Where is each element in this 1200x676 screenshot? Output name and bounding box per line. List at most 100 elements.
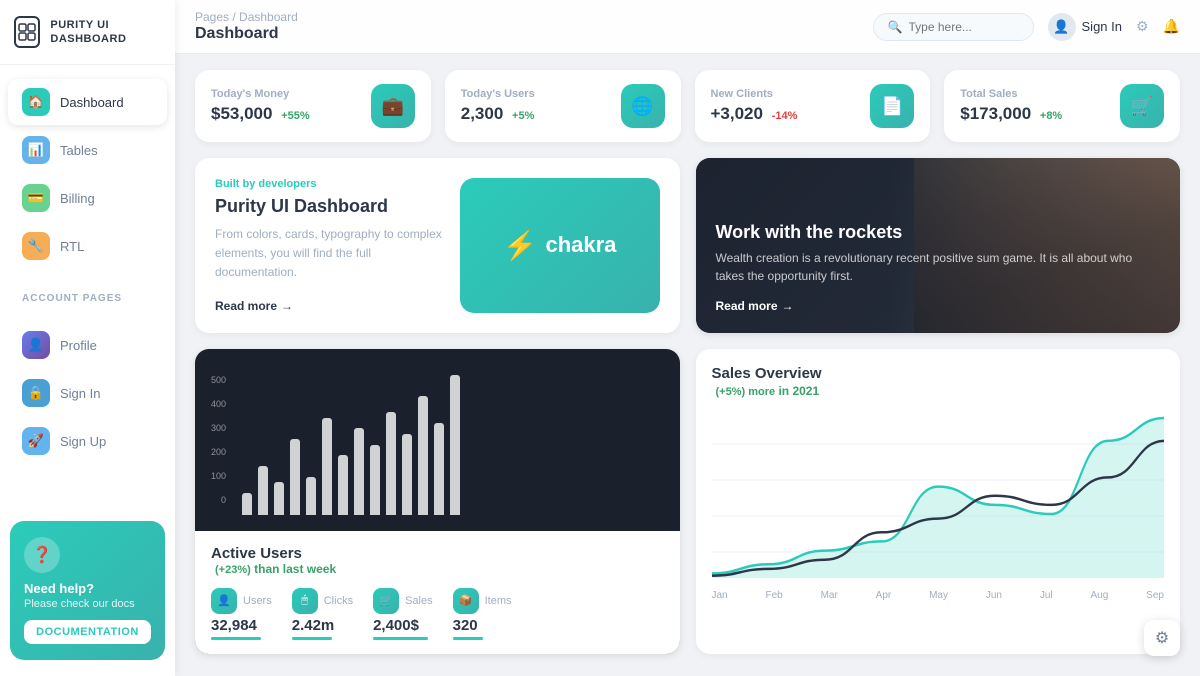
nav-item-dashboard[interactable]: 🏠 Dashboard <box>8 79 167 125</box>
mid-row: Built by developers Purity UI Dashboard … <box>195 158 1180 333</box>
stat-change-users: +5% <box>512 110 534 122</box>
stat-label-money: Today's Money <box>211 88 310 100</box>
help-subtitle: Please check our docs <box>24 598 151 610</box>
stat-change-clients: -14% <box>772 110 798 122</box>
promo-built-label: Built by developers <box>215 178 444 190</box>
stat-label-sales: Total Sales <box>960 88 1062 100</box>
line-chart: Jan Feb Mar Apr May Jun Jul Aug Sep <box>712 408 1165 588</box>
stat-label-clients: New Clients <box>711 88 798 100</box>
account-section-label: ACCOUNT PAGES <box>0 283 175 308</box>
metric-items-bar <box>453 637 483 640</box>
search-box[interactable]: 🔍 <box>873 13 1034 41</box>
bar <box>258 466 268 514</box>
metric-sales-icon: 🛒 <box>373 588 399 614</box>
stat-icon-sales: 🛒 <box>1120 84 1164 128</box>
y-axis-labels: 500 400 300 200 100 0 <box>211 365 226 515</box>
metric-items-value: 320 <box>453 617 512 634</box>
rocket-description: Wealth creation is a revolutionary recen… <box>716 249 1161 285</box>
metric-users-icon: 👤 <box>211 588 237 614</box>
stat-card-users: Today's Users 2,300 +5% 🌐 <box>445 70 681 142</box>
rtl-icon: 🔧 <box>22 232 50 260</box>
stat-info-money: Today's Money $53,000 +55% <box>211 88 310 124</box>
nav-item-signin[interactable]: 🔒 Sign In <box>8 370 167 416</box>
nav-label-dashboard: Dashboard <box>60 95 124 110</box>
main-content: Pages / Dashboard Dashboard 🔍 👤 Sign In … <box>175 0 1200 676</box>
stat-card-sales: Total Sales $173,000 +8% 🛒 <box>944 70 1180 142</box>
nav-item-signup[interactable]: 🚀 Sign Up <box>8 418 167 464</box>
promo-description: From colors, cards, typography to comple… <box>215 225 444 283</box>
nav-label-signup: Sign Up <box>60 434 106 449</box>
signin-button[interactable]: 👤 Sign In <box>1048 13 1122 41</box>
bar <box>290 439 300 514</box>
nav-item-profile[interactable]: 👤 Profile <box>8 322 167 368</box>
stat-info-sales: Total Sales $173,000 +8% <box>960 88 1062 124</box>
chart-inner: 500 400 300 200 100 0 <box>195 349 680 531</box>
settings-fab-button[interactable]: ⚙ <box>1144 620 1180 656</box>
nav-label-rtl: RTL <box>60 239 84 254</box>
sales-overview-card: Sales Overview (+5%) more in 2021 <box>696 349 1181 654</box>
dashboard-content: Today's Money $53,000 +55% 💼 Today's Use… <box>175 54 1200 676</box>
stat-icon-users: 🌐 <box>621 84 665 128</box>
nav-label-billing: Billing <box>60 191 95 206</box>
active-users-subtitle: (+23%) than last week <box>211 562 664 576</box>
signin-label: Sign In <box>1082 19 1122 34</box>
nav-item-billing[interactable]: 💳 Billing <box>8 175 167 221</box>
stat-value-money: $53,000 +55% <box>211 104 310 124</box>
stat-card-clients: New Clients +3,020 -14% 📄 <box>695 70 931 142</box>
metric-clicks-bar <box>292 637 332 640</box>
promo-read-more[interactable]: Read more → <box>215 299 444 313</box>
bar <box>274 482 284 514</box>
dashboard-icon: 🏠 <box>22 88 50 116</box>
stat-icon-clients: 📄 <box>870 84 914 128</box>
metric-clicks-name: Clicks <box>324 595 353 607</box>
page-title: Dashboard <box>195 25 298 43</box>
nav-label-profile: Profile <box>60 338 97 353</box>
rocket-arrow-icon: → <box>782 299 794 313</box>
sales-title: Sales Overview <box>712 365 1165 382</box>
main-nav: 🏠 Dashboard 📊 Tables 💳 Billing 🔧 RTL <box>0 65 175 283</box>
chakra-logo-icon: ⚡ <box>503 229 538 262</box>
search-input[interactable] <box>909 20 1019 34</box>
bar <box>370 445 380 515</box>
signin-icon: 🔒 <box>22 379 50 407</box>
header-right: 🔍 👤 Sign In ⚙ 🔔 <box>873 13 1180 41</box>
active-users-title: Active Users <box>211 545 664 562</box>
stat-value-users: 2,300 +5% <box>461 104 535 124</box>
bar <box>434 423 444 515</box>
breadcrumb-current: Dashboard <box>239 10 298 24</box>
rocket-read-more[interactable]: Read more → <box>716 299 1161 313</box>
stat-value-sales: $173,000 +8% <box>960 104 1062 124</box>
documentation-button[interactable]: DOCUMENTATION <box>24 620 151 644</box>
bar <box>386 412 396 514</box>
stat-info-clients: New Clients +3,020 -14% <box>711 88 798 124</box>
stat-label-users: Today's Users <box>461 88 535 100</box>
nav-item-rtl[interactable]: 🔧 RTL <box>8 223 167 269</box>
promo-text: Built by developers Purity UI Dashboard … <box>215 178 444 313</box>
breadcrumb: Pages / Dashboard Dashboard <box>195 10 298 43</box>
metric-users-name: Users <box>243 595 272 607</box>
rocket-title: Work with the rockets <box>716 222 1161 243</box>
nav-label-tables: Tables <box>60 143 98 158</box>
signup-icon: 🚀 <box>22 427 50 455</box>
x-axis-labels: Jan Feb Mar Apr May Jun Jul Aug Sep <box>712 590 1165 601</box>
bar <box>306 477 316 515</box>
help-title: Need help? <box>24 581 151 596</box>
metric-sales-name: Sales <box>405 595 433 607</box>
app-title: PURITY UI DASHBOARD <box>50 18 161 47</box>
chakra-label: chakra <box>545 232 616 258</box>
sales-year-label: in 2021 <box>778 384 819 398</box>
chart-bottom: Active Users (+23%) than last week 👤 Use… <box>195 531 680 654</box>
stat-card-money: Today's Money $53,000 +55% 💼 <box>195 70 431 142</box>
stat-change-money: +55% <box>281 110 309 122</box>
metric-items: 📦 Items 320 <box>453 588 512 640</box>
settings-icon[interactable]: ⚙ <box>1136 18 1149 35</box>
account-nav: 👤 Profile 🔒 Sign In 🚀 Sign Up <box>0 308 175 478</box>
metrics-row: 👤 Users 32,984 🖱 Clicks 2.42m <box>211 588 664 640</box>
user-avatar-icon: 👤 <box>1048 13 1076 41</box>
billing-icon: 💳 <box>22 184 50 212</box>
bell-icon[interactable]: 🔔 <box>1163 18 1180 35</box>
nav-item-tables[interactable]: 📊 Tables <box>8 127 167 173</box>
metric-sales-bar <box>373 637 428 640</box>
promo-title: Purity UI Dashboard <box>215 196 444 217</box>
help-section: ❓ Need help? Please check our docs DOCUM… <box>10 521 165 660</box>
